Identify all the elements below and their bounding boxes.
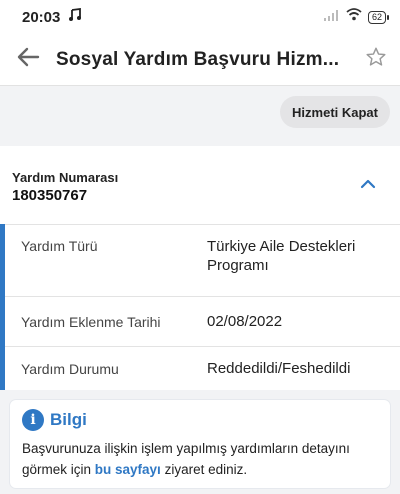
aid-number-label: Yardım Numarası [12, 170, 119, 185]
status-left: 20:03 [22, 7, 82, 27]
info-box: i Bilgi Başvurunuza ilişkin işlem yapılm… [10, 400, 390, 488]
chevron-up-icon [360, 176, 376, 194]
close-service-button[interactable]: Hizmeti Kapat [280, 96, 390, 128]
info-text-after: ziyaret ediniz. [160, 462, 248, 477]
detail-key: Yardım Eklenme Tarihi [21, 313, 161, 330]
aid-card: Yardım Numarası 180350767 Yardım Türü Tü… [0, 146, 400, 390]
detail-row: Yardım Durumu Reddedildi/Feshedildi [5, 346, 400, 390]
detail-key: Yardım Türü [21, 238, 98, 254]
back-button[interactable] [0, 34, 56, 86]
status-bar: 20:03 62 [0, 0, 400, 34]
battery-level: 62 [371, 12, 382, 22]
status-right: 62 [323, 8, 390, 26]
detail-row: Yardım Eklenme Tarihi 02/08/2022 [5, 296, 400, 346]
page-title: Sosyal Yardım Başvuru Hizm... [56, 48, 340, 70]
info-text: Başvurunuza ilişkin işlem yapılmış yardı… [22, 438, 378, 480]
favorite-button[interactable] [352, 34, 400, 86]
app-header: Sosyal Yardım Başvuru Hizm... [0, 34, 400, 86]
wifi-icon [346, 8, 362, 26]
info-header: i Bilgi [22, 408, 378, 432]
music-note-icon [68, 7, 82, 27]
signal-icon [323, 8, 340, 26]
detail-value: 02/08/2022 [207, 313, 283, 330]
detail-key: Yardım Durumu [21, 360, 119, 377]
detail-value: Türkiye Aile Destekleri Programı [207, 238, 356, 274]
info-icon: i [22, 409, 44, 431]
arrow-left-icon [16, 47, 40, 72]
detail-value: Reddedildi/Feshedildi [207, 360, 351, 377]
aid-detail-table: Yardım Türü Türkiye Aile Destekleri Prog… [0, 224, 400, 390]
status-time: 20:03 [22, 8, 61, 26]
info-page-link[interactable]: bu sayfayı [95, 462, 161, 477]
aid-card-header-text: Yardım Numarası 180350767 [12, 166, 118, 204]
detail-row: Yardım Türü Türkiye Aile Destekleri Prog… [5, 224, 400, 296]
collapse-toggle[interactable] [348, 176, 388, 194]
aid-number-value: 180350767 [12, 187, 88, 204]
aid-card-header[interactable]: Yardım Numarası 180350767 [0, 146, 400, 224]
battery-icon: 62 [367, 10, 390, 24]
star-outline-icon [365, 46, 387, 73]
info-title: Bilgi [50, 410, 87, 429]
